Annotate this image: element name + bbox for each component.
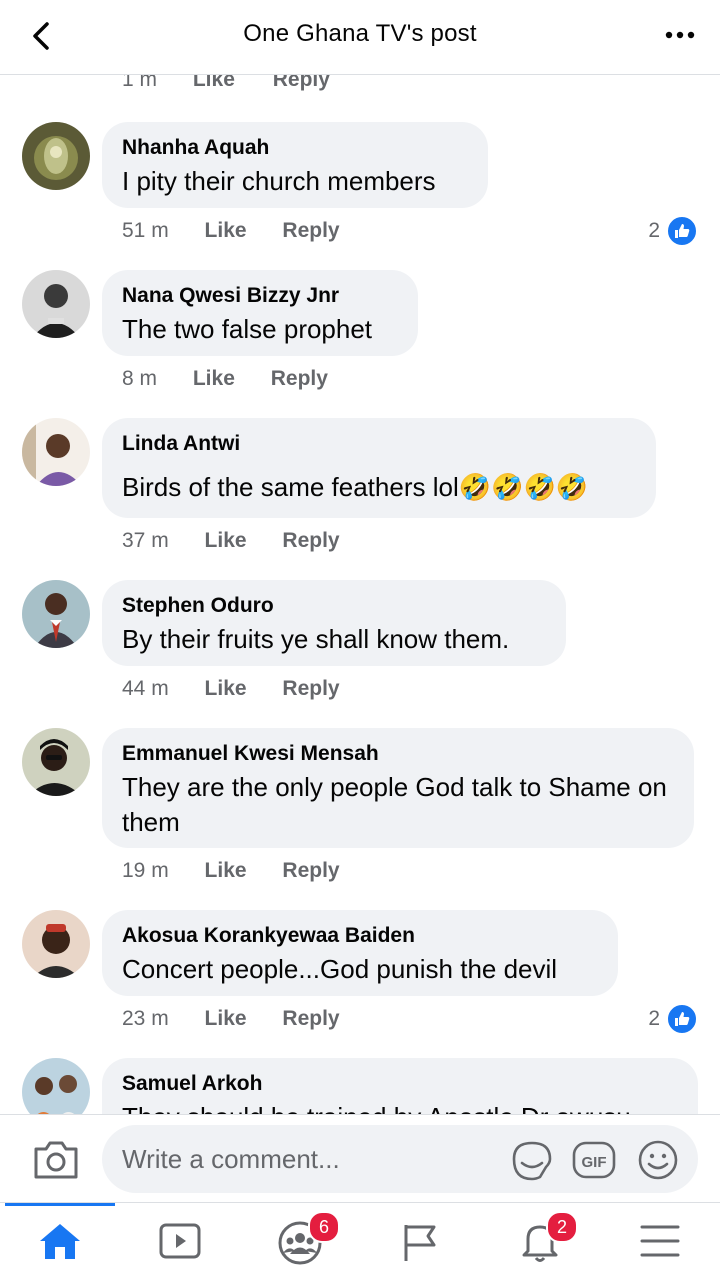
commenter-name[interactable]: Nhanha Aquah [122, 134, 468, 162]
avatar[interactable] [22, 122, 90, 190]
comment-meta: 19 m Like Reply [122, 856, 370, 886]
like-link[interactable]: Like [205, 219, 247, 242]
sticker-icon[interactable] [510, 1139, 554, 1181]
avatar[interactable] [22, 580, 90, 648]
gif-icon[interactable]: GIF [572, 1139, 616, 1181]
commenter-name[interactable]: Linda Antwi [122, 430, 636, 458]
like-icon [666, 1003, 698, 1035]
avatar[interactable] [22, 1058, 90, 1114]
pages-icon [404, 1225, 436, 1261]
groups-badge: 6 [308, 1211, 340, 1243]
menu-icon [640, 1225, 680, 1257]
comment-bubble[interactable]: Nhanha Aquah I pity their church members [102, 122, 488, 208]
tab-home[interactable] [0, 1203, 120, 1281]
comment-text: Concert people...God punish the devil [122, 954, 558, 984]
home-icon [40, 1224, 80, 1259]
like-link[interactable]: Like [205, 677, 247, 700]
commenter-name[interactable]: Emmanuel Kwesi Mensah [122, 740, 674, 768]
reaction-count[interactable]: 2 [648, 215, 698, 247]
comment-text: Birds of the same feathers lol🤣🤣🤣🤣 [122, 472, 589, 502]
reply-link[interactable]: Reply [282, 529, 339, 552]
comment-text: The two false prophet [122, 314, 373, 344]
bottom-tab-bar: 6 2 [0, 1202, 720, 1281]
reaction-number: 2 [648, 219, 660, 242]
comment-bubble[interactable]: Samuel Arkoh They should be trained by A… [102, 1058, 698, 1114]
like-icon [666, 215, 698, 247]
reply-link[interactable]: Reply [273, 74, 330, 91]
like-link[interactable]: Like [205, 1007, 247, 1030]
commenter-name[interactable]: Akosua Korankyewaa Baiden [122, 922, 598, 950]
reply-link[interactable]: Reply [282, 677, 339, 700]
top-bar: One Ghana TV's post [0, 0, 720, 75]
commenter-name[interactable]: Nana Qwesi Bizzy Jnr [122, 282, 398, 310]
watch-icon [159, 1223, 201, 1259]
comment-text: I pity their church members [122, 166, 436, 196]
comment-bubble[interactable]: Emmanuel Kwesi Mensah They are the only … [102, 728, 694, 848]
like-link[interactable]: Like [193, 74, 235, 91]
camera-icon[interactable] [32, 1137, 80, 1181]
comment-time: 19 m [122, 859, 169, 882]
like-link[interactable]: Like [205, 529, 247, 552]
avatar[interactable] [22, 418, 90, 486]
reply-link[interactable]: Reply [282, 859, 339, 882]
comment-text: By their fruits ye shall know them. [122, 624, 510, 654]
commenter-name[interactable]: Stephen Oduro [122, 592, 546, 620]
avatar[interactable] [22, 728, 90, 796]
comment-meta: 37 m Like Reply [122, 526, 370, 556]
comment-time: 44 m [122, 677, 169, 700]
avatar[interactable] [22, 910, 90, 978]
tab-notifications[interactable]: 2 [480, 1203, 600, 1281]
comment-bubble[interactable]: Stephen Oduro By their fruits ye shall k… [102, 580, 566, 666]
reaction-count[interactable]: 2 [648, 1003, 698, 1035]
comment-time: 51 m [122, 219, 169, 242]
comment-text: They should be trained by Apostle Dr owu… [122, 1100, 678, 1114]
comment-meta: 23 m Like Reply [122, 1004, 370, 1034]
comment-text: They are the only people God talk to Sha… [122, 772, 667, 837]
reply-link[interactable]: Reply [282, 219, 339, 242]
avatar[interactable] [22, 270, 90, 338]
comment-bubble[interactable]: Nana Qwesi Bizzy Jnr The two false proph… [102, 270, 418, 356]
comment-time: 23 m [122, 1007, 169, 1030]
comment-meta: 44 m Like Reply [122, 674, 370, 704]
comment-time: 37 m [122, 529, 169, 552]
commenter-name[interactable]: Samuel Arkoh [122, 1070, 678, 1098]
reaction-number: 2 [648, 1007, 660, 1030]
emoji-icon[interactable] [636, 1138, 680, 1182]
comment-bubble[interactable]: Linda Antwi Birds of the same feathers l… [102, 418, 656, 518]
reply-link[interactable]: Reply [271, 367, 328, 390]
comments-feed[interactable]: 1 m Like Reply Nhanha Aquah I pity their… [0, 74, 720, 1114]
comment-meta: 51 m Like Reply [122, 216, 370, 246]
comment-bubble[interactable]: Akosua Korankyewaa Baiden Concert people… [102, 910, 618, 996]
comment-time: 8 m [122, 367, 158, 390]
more-icon[interactable] [664, 26, 696, 44]
comment-input[interactable]: Write a comment... GIF [102, 1125, 698, 1193]
like-link[interactable]: Like [193, 367, 235, 390]
comment-composer: Write a comment... GIF [0, 1114, 720, 1203]
page-title: One Ghana TV's post [243, 20, 477, 47]
like-link[interactable]: Like [205, 859, 247, 882]
tab-groups[interactable]: 6 [240, 1203, 360, 1281]
comment-meta: 1 m Like Reply [122, 74, 362, 92]
comment-time: 1 m [122, 74, 158, 91]
tab-watch[interactable] [120, 1203, 240, 1281]
notifications-badge: 2 [546, 1211, 578, 1243]
tab-pages[interactable] [360, 1203, 480, 1281]
reply-link[interactable]: Reply [282, 1007, 339, 1030]
tab-menu[interactable] [600, 1203, 720, 1281]
svg-text:GIF: GIF [582, 1154, 607, 1171]
comment-placeholder: Write a comment... [122, 1144, 340, 1174]
comment-meta: 8 m Like Reply [122, 364, 358, 394]
